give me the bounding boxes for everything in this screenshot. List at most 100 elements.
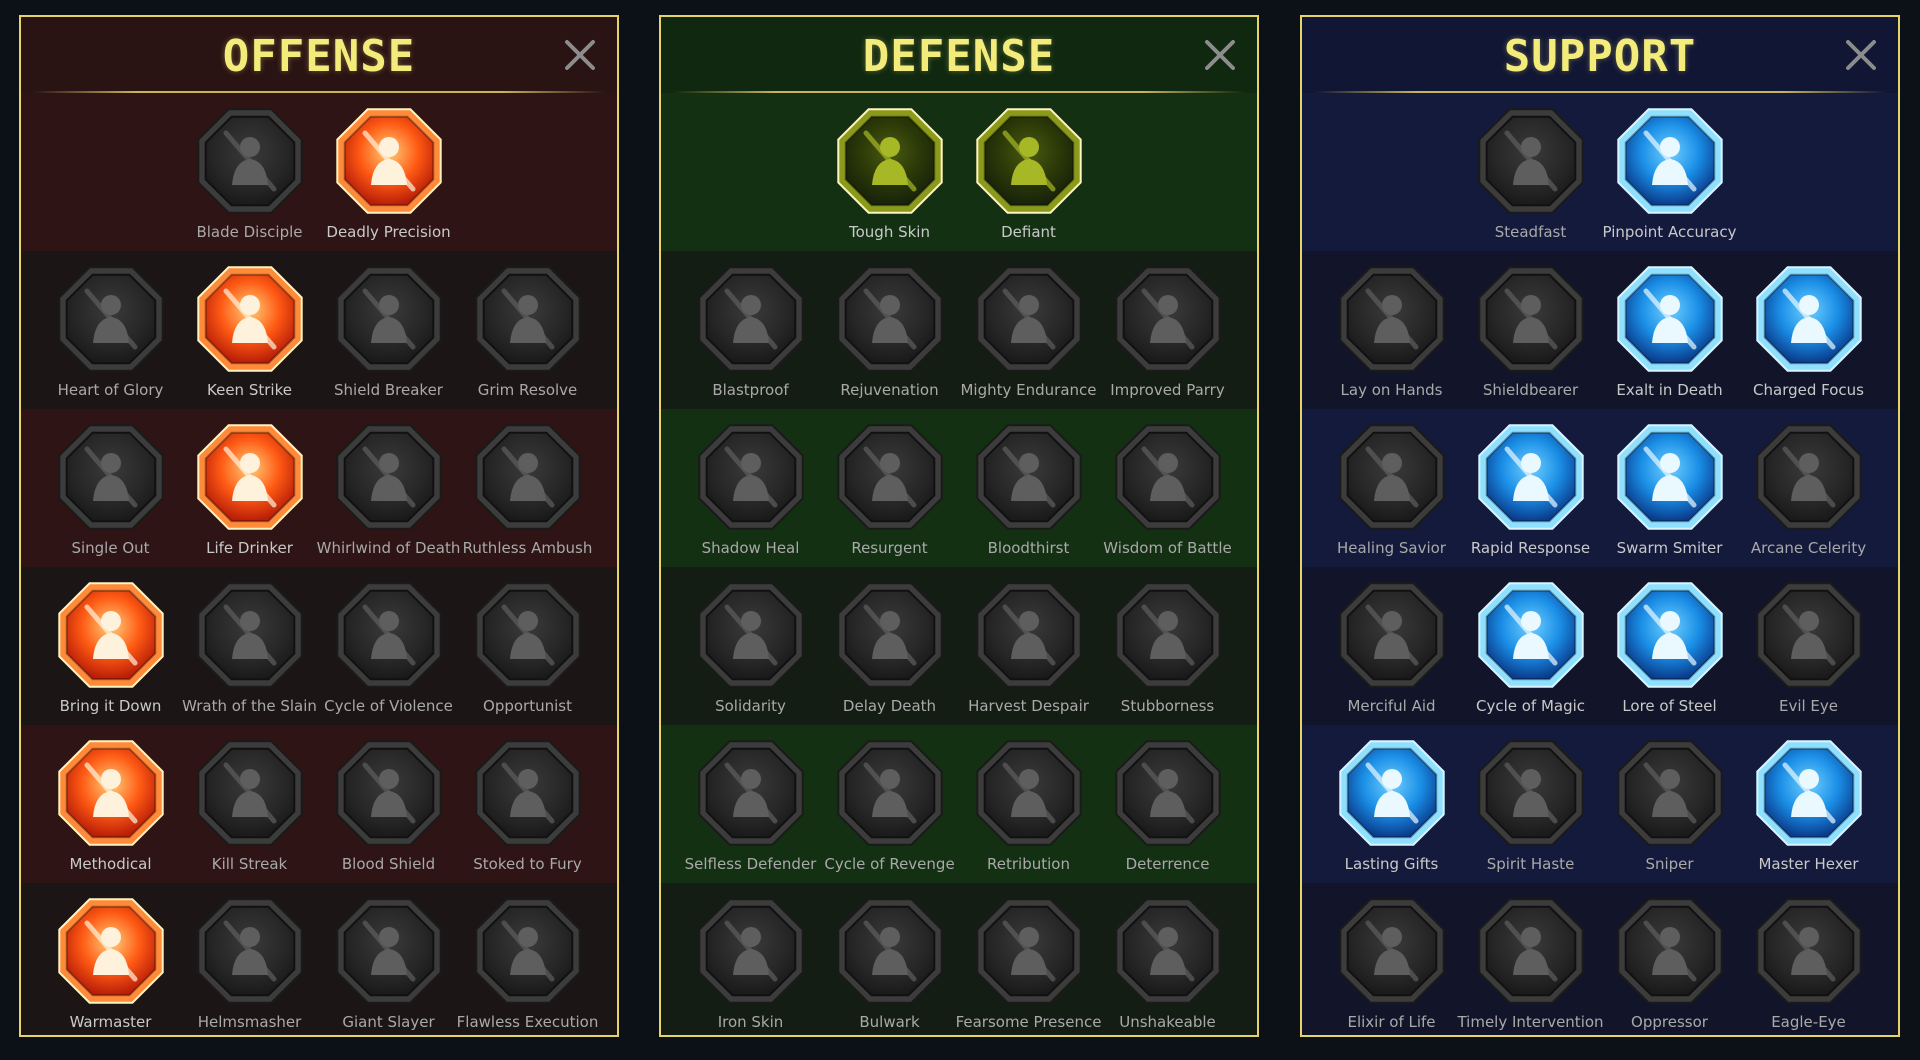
- skill-node[interactable]: Charged Focus: [1749, 261, 1869, 409]
- skill-node[interactable]: Lay on Hands: [1332, 261, 1452, 409]
- skill-node[interactable]: Blastproof: [691, 261, 811, 409]
- skill-node[interactable]: Swarm Smiter: [1610, 419, 1730, 567]
- panel-header: SUPPORT: [1302, 17, 1898, 93]
- fist-blade-icon: [196, 582, 303, 688]
- skill-node[interactable]: Merciful Aid: [1332, 577, 1452, 725]
- close-icon[interactable]: [563, 38, 597, 72]
- skill-node[interactable]: Deadly Precision: [326, 103, 451, 251]
- spear-strike-icon: [196, 266, 303, 372]
- skill-node[interactable]: Blood Shield: [329, 735, 449, 883]
- skill-tier: Merciful Aid Cycle of Magic Lore of Steel E…: [1302, 567, 1898, 725]
- skill-node[interactable]: Giant Slayer: [329, 893, 449, 1035]
- skill-node[interactable]: Fearsome Presence: [956, 893, 1101, 1035]
- skill-label: Retribution: [987, 855, 1070, 873]
- skill-node[interactable]: Sniper: [1610, 735, 1730, 883]
- skill-node[interactable]: Rejuvenation: [830, 261, 950, 409]
- skill-node[interactable]: Eagle-Eye: [1749, 893, 1869, 1035]
- skill-label: Improved Parry: [1110, 381, 1225, 399]
- skill-node[interactable]: Stubborness: [1108, 577, 1228, 725]
- skill-label: Elixir of Life: [1347, 1013, 1436, 1031]
- skill-node[interactable]: Keen Strike: [190, 261, 310, 409]
- close-icon[interactable]: [1203, 38, 1237, 72]
- skill-node[interactable]: Solidarity: [691, 577, 811, 725]
- skill-node[interactable]: Pinpoint Accuracy: [1603, 103, 1736, 251]
- skill-node[interactable]: Cycle of Magic: [1471, 577, 1591, 725]
- skill-node[interactable]: Improved Parry: [1108, 261, 1228, 409]
- skill-node[interactable]: Opportunist: [468, 577, 588, 725]
- skill-node[interactable]: Elixir of Life: [1332, 893, 1452, 1035]
- skill-node[interactable]: Whirlwind of Death: [317, 419, 460, 567]
- winged-boot-icon: [1477, 740, 1584, 846]
- skill-node[interactable]: Helmsmasher: [190, 893, 310, 1035]
- strong-figure-icon: [1114, 898, 1221, 1004]
- skill-label: Wisdom of Battle: [1103, 539, 1232, 557]
- skill-node[interactable]: Arcane Celerity: [1749, 419, 1869, 567]
- skill-node[interactable]: Bulwark: [830, 893, 950, 1035]
- skill-node[interactable]: Cycle of Revenge: [824, 735, 955, 883]
- running-shield-icon: [697, 740, 804, 846]
- skill-node[interactable]: Steadfast: [1471, 103, 1591, 251]
- skill-node[interactable]: Kill Streak: [190, 735, 310, 883]
- skill-node[interactable]: Shieldbearer: [1471, 261, 1591, 409]
- close-icon[interactable]: [1844, 38, 1878, 72]
- skill-node[interactable]: Stoked to Fury: [468, 735, 588, 883]
- skill-node[interactable]: Lore of Steel: [1610, 577, 1730, 725]
- skill-node[interactable]: Wisdom of Battle: [1103, 419, 1232, 567]
- skill-node[interactable]: Spirit Haste: [1471, 735, 1591, 883]
- skill-node[interactable]: Blade Disciple: [190, 103, 310, 251]
- skill-node[interactable]: Master Hexer: [1749, 735, 1869, 883]
- skill-node[interactable]: Selfless Defender: [685, 735, 816, 883]
- skill-node[interactable]: Lasting Gifts: [1332, 735, 1452, 883]
- eye-icon: [1616, 740, 1723, 846]
- skill-node[interactable]: Cycle of Violence: [324, 577, 453, 725]
- skill-label: Bloodthirst: [987, 539, 1070, 557]
- skill-node[interactable]: Flawless Execution: [457, 893, 598, 1035]
- skill-label: Exalt in Death: [1616, 381, 1723, 399]
- fury-figure-icon: [474, 740, 581, 846]
- charged-beam-icon: [1755, 266, 1862, 372]
- skill-node[interactable]: Bring it Down: [51, 577, 171, 725]
- skill-node[interactable]: Unshakeable: [1108, 893, 1228, 1035]
- skill-node[interactable]: Wrath of the Slain: [182, 577, 317, 725]
- skill-label: Bring it Down: [59, 697, 162, 715]
- skill-node[interactable]: Grim Resolve: [468, 261, 588, 409]
- panel-header: DEFENSE: [661, 17, 1257, 93]
- skill-node[interactable]: Single Out: [51, 419, 171, 567]
- skill-node[interactable]: Delay Death: [830, 577, 950, 725]
- skill-node[interactable]: Healing Savior: [1332, 419, 1452, 567]
- skill-tier: Selfless Defender Cycle of Revenge Retribu…: [661, 725, 1257, 883]
- skill-node[interactable]: Resurgent: [830, 419, 950, 567]
- skill-node[interactable]: Life Drinker: [190, 419, 310, 567]
- winged-skull-icon: [1477, 898, 1584, 1004]
- skill-node[interactable]: Bloodthirst: [969, 419, 1089, 567]
- skill-node[interactable]: Warmaster: [51, 893, 171, 1035]
- heart-plus-icon: [1477, 108, 1584, 214]
- skill-node[interactable]: Oppressor: [1610, 893, 1730, 1035]
- skill-node[interactable]: Evil Eye: [1749, 577, 1869, 725]
- skill-node[interactable]: Ruthless Ambush: [463, 419, 592, 567]
- skill-tier: Lay on Hands Shieldbearer Exalt in Death Ch…: [1302, 251, 1898, 409]
- skill-label: Lasting Gifts: [1344, 855, 1439, 873]
- skill-node[interactable]: Timely Intervention: [1457, 893, 1604, 1035]
- compass-star-icon: [1338, 740, 1445, 846]
- armored-figure-icon: [975, 266, 1082, 372]
- crushing-fist-icon: [1616, 898, 1723, 1004]
- skill-tree: Steadfast Pinpoint Accuracy Lay on Hands Sh…: [1302, 93, 1898, 1035]
- skill-node[interactable]: Retribution: [969, 735, 1089, 883]
- skill-node[interactable]: Iron Skin: [691, 893, 811, 1035]
- skill-node[interactable]: Defiant: [969, 103, 1089, 251]
- skill-node[interactable]: Harvest Despair: [968, 577, 1089, 725]
- skill-node[interactable]: Shadow Heal: [691, 419, 811, 567]
- skill-label: Blade Disciple: [196, 223, 303, 241]
- bull-head-icon: [1114, 582, 1221, 688]
- skill-node[interactable]: Rapid Response: [1471, 419, 1591, 567]
- skill-node[interactable]: Heart of Glory: [51, 261, 171, 409]
- knight-shield-icon: [836, 424, 943, 530]
- skill-node[interactable]: Methodical: [51, 735, 171, 883]
- skill-node[interactable]: Deterrence: [1108, 735, 1228, 883]
- skill-node[interactable]: Tough Skin: [830, 103, 950, 251]
- skill-node[interactable]: Mighty Endurance: [960, 261, 1097, 409]
- skill-node[interactable]: Exalt in Death: [1610, 261, 1730, 409]
- skill-node[interactable]: Shield Breaker: [329, 261, 449, 409]
- skill-label: Warmaster: [69, 1013, 152, 1031]
